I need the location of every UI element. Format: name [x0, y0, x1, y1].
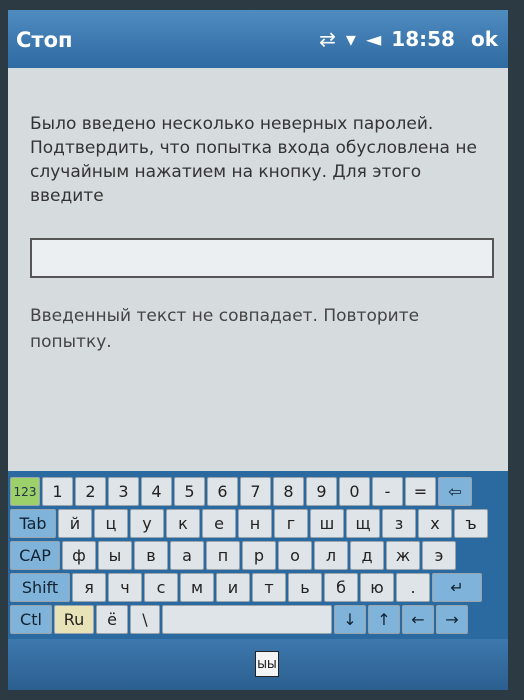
keyboard-row-4: Shift я ч с м и т ь б ю . ↵ — [8, 573, 508, 602]
key-ы[interactable]: ы — [98, 541, 132, 570]
key-ё[interactable]: ё — [96, 605, 128, 634]
key-ш[interactable]: ш — [310, 509, 344, 538]
key-9[interactable]: 9 — [306, 477, 337, 506]
shift-key[interactable]: Shift — [10, 573, 70, 602]
soft-keyboard: 123 1 2 3 4 5 6 7 8 9 0 - = ⇦ Tab й ц у … — [8, 471, 508, 639]
key-ю[interactable]: ю — [360, 573, 394, 602]
key-б[interactable]: б — [324, 573, 358, 602]
key-е[interactable]: е — [202, 509, 236, 538]
keyboard-row-3: CAP ф ы в а п р о л д ж э — [8, 541, 508, 570]
device-screen: Стоп ⇄ ▾ ◄ 18:58 ok Было введено несколь… — [8, 10, 508, 690]
right-arrow-key[interactable]: → — [436, 605, 468, 634]
volume-icon[interactable]: ◄ — [366, 29, 381, 49]
key-4[interactable]: 4 — [141, 477, 172, 506]
key-в[interactable]: в — [134, 541, 168, 570]
enter-key[interactable]: ↵ — [432, 573, 482, 602]
key-й[interactable]: й — [58, 509, 92, 538]
menu-bar: ЫЫ — [8, 639, 508, 690]
key-ц[interactable]: ц — [94, 509, 128, 538]
ok-button[interactable]: ok — [471, 27, 498, 51]
key-1[interactable]: 1 — [42, 477, 73, 506]
info-message: Было введено несколько неверных паролей.… — [30, 114, 477, 206]
key-о[interactable]: о — [278, 541, 312, 570]
key-ъ[interactable]: ъ — [454, 509, 488, 538]
key-8[interactable]: 8 — [273, 477, 304, 506]
dialog-content: Было введено несколько неверных паролей.… — [8, 68, 508, 473]
backspace-key[interactable]: ⇦ — [438, 477, 472, 506]
text-input-frame[interactable] — [30, 238, 494, 278]
confirmation-input[interactable] — [32, 240, 492, 276]
key-и[interactable]: и — [216, 573, 250, 602]
key-3[interactable]: 3 — [108, 477, 139, 506]
connectivity-icon[interactable]: ⇄ — [319, 29, 336, 49]
title-bar: Стоп ⇄ ▾ ◄ 18:58 ok — [8, 10, 508, 68]
error-message: Введенный текст не совпадает. Повторите … — [30, 306, 420, 352]
key-д[interactable]: д — [350, 541, 384, 570]
key-с[interactable]: с — [144, 573, 178, 602]
key-2[interactable]: 2 — [75, 477, 106, 506]
key-г[interactable]: г — [274, 509, 308, 538]
left-arrow-key[interactable]: ← — [402, 605, 434, 634]
ctrl-key[interactable]: Ctl — [10, 605, 52, 634]
key-ч[interactable]: ч — [108, 573, 142, 602]
up-arrow-key[interactable]: ↑ — [368, 605, 400, 634]
key-щ[interactable]: щ — [346, 509, 380, 538]
key-у[interactable]: у — [130, 509, 164, 538]
down-arrow-key[interactable]: ↓ — [334, 605, 366, 634]
key-period[interactable]: . — [396, 573, 430, 602]
key-п[interactable]: п — [206, 541, 240, 570]
key-ж[interactable]: ж — [386, 541, 420, 570]
key-м[interactable]: м — [180, 573, 214, 602]
key-123[interactable]: 123 — [10, 477, 40, 506]
key-т[interactable]: т — [252, 573, 286, 602]
key-к[interactable]: к — [166, 509, 200, 538]
key-equals[interactable]: = — [405, 477, 436, 506]
key-backslash[interactable]: \ — [130, 605, 160, 634]
key-л[interactable]: л — [314, 541, 348, 570]
tab-key[interactable]: Tab — [10, 509, 56, 538]
clock[interactable]: 18:58 — [391, 27, 455, 51]
key-з[interactable]: з — [382, 509, 416, 538]
language-key[interactable]: Ru — [54, 605, 94, 634]
key-5[interactable]: 5 — [174, 477, 205, 506]
keyboard-row-1: 123 1 2 3 4 5 6 7 8 9 0 - = ⇦ — [8, 477, 508, 506]
key-х[interactable]: х — [418, 509, 452, 538]
key-а[interactable]: а — [170, 541, 204, 570]
keyboard-toggle-icon[interactable]: ЫЫ — [255, 651, 279, 677]
key-7[interactable]: 7 — [240, 477, 271, 506]
key-minus[interactable]: - — [372, 477, 403, 506]
space-key[interactable] — [162, 605, 332, 634]
status-area: ⇄ ▾ ◄ 18:58 ok — [319, 22, 508, 56]
key-0[interactable]: 0 — [339, 477, 370, 506]
keyboard-row-5: Ctl Ru ё \ ↓ ↑ ← → — [8, 605, 508, 634]
window-title: Стоп — [16, 28, 73, 52]
key-э[interactable]: э — [422, 541, 456, 570]
keyboard-row-2: Tab й ц у к е н г ш щ з х ъ — [8, 509, 508, 538]
key-н[interactable]: н — [238, 509, 272, 538]
key-6[interactable]: 6 — [207, 477, 238, 506]
signal-icon[interactable]: ▾ — [346, 29, 356, 49]
caps-key[interactable]: CAP — [10, 541, 60, 570]
key-ф[interactable]: ф — [62, 541, 96, 570]
key-ь[interactable]: ь — [288, 573, 322, 602]
key-я[interactable]: я — [72, 573, 106, 602]
key-р[interactable]: р — [242, 541, 276, 570]
